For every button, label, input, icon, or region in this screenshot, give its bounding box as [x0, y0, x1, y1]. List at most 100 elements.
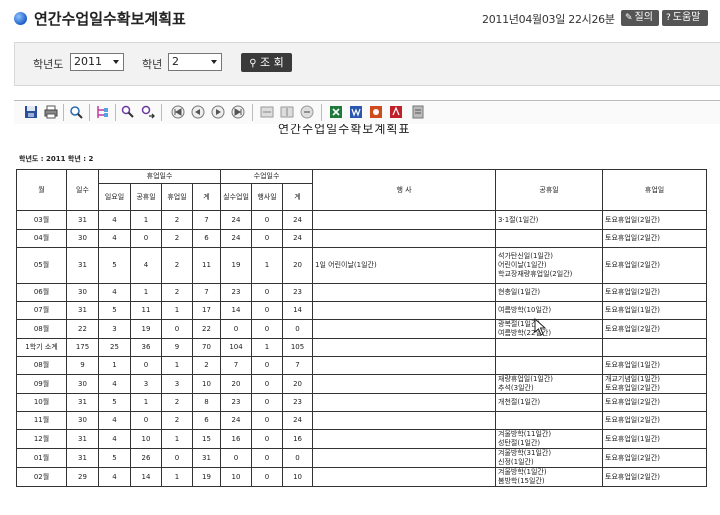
cell-holiday-total: 15: [191, 429, 222, 449]
cell-school-holidays: 토요휴업일(1일간): [602, 429, 708, 449]
cell-school-holiday: 1: [161, 467, 193, 487]
header-school-holiday: 휴업일: [161, 183, 193, 211]
cell-days: 22: [66, 319, 99, 339]
inquiry-button[interactable]: ✎ 질의: [621, 10, 659, 26]
tree-icon[interactable]: [95, 105, 109, 119]
table-row: 1학기 소계 175 25 36 9 70 104 1 105: [16, 338, 708, 357]
cell-school-holidays: 개교기념일(1일간) 토요휴업일(2일간): [602, 374, 708, 394]
list-item: 토요휴업일(2일간): [605, 416, 661, 424]
cell-month: 08월: [16, 356, 67, 375]
cell-public-holidays: [495, 229, 604, 248]
cell-holiday-total: 19: [191, 467, 222, 487]
cell-school-holiday: 2: [161, 229, 193, 248]
table-row: 10월 31 5 1 2 8 23 0 23 개천절(1일간) 토요휴업일(2일간): [16, 393, 708, 412]
cell-class-days: 14: [220, 301, 253, 320]
print-icon[interactable]: [44, 105, 58, 119]
list-item: 석가탄신일(1일간): [498, 252, 554, 260]
help-icon: ?: [666, 13, 671, 23]
table-row: 09월 30 4 3 3 10 20 0 20 재량휴업일(1일간) 추석(3일간) 개교기념일(1일…: [16, 374, 708, 394]
year-label: 학년도: [33, 58, 64, 71]
cell-events: [312, 429, 497, 449]
cell-event-days: 0: [251, 411, 284, 430]
report-viewer-toolbar: [14, 100, 720, 125]
cell-days: 30: [66, 229, 99, 248]
cell-school-holiday: 1: [161, 301, 193, 320]
cell-month: 02월: [16, 467, 67, 487]
cell-month: 1학기 소계: [16, 338, 67, 357]
table-row: 08월 22 3 19 0 22 0 0 0 광복절(1일간) 여름방학(22일간) 토요휴업일(2일…: [16, 319, 708, 339]
fit-width-icon[interactable]: [260, 105, 274, 119]
cell-public-holidays: 3·1절(1일간): [495, 210, 604, 230]
cell-days: 30: [66, 283, 99, 302]
prev-page-icon[interactable]: [191, 105, 205, 119]
cell-class-days: 24: [220, 210, 253, 230]
cell-school-holiday: 1: [161, 356, 193, 375]
cell-event-days: 1: [251, 247, 284, 284]
list-item: 토요휴업일(2일간): [605, 472, 661, 481]
search-panel: 학년도 2011 학년 2 ⚲ 조 회: [14, 42, 720, 86]
grade-select[interactable]: 2: [168, 53, 222, 71]
export-icon[interactable]: [411, 105, 425, 119]
last-page-icon[interactable]: [231, 105, 245, 119]
cell-class-days: 19: [220, 247, 253, 284]
cell-month: 10월: [16, 393, 67, 412]
help-button[interactable]: ? 도움말: [662, 10, 708, 26]
cell-events: [312, 229, 497, 248]
cell-public-holiday: 3: [130, 374, 162, 394]
zoom-out-icon[interactable]: [300, 105, 314, 119]
cell-school-holiday: 2: [161, 393, 193, 412]
find-icon[interactable]: [121, 105, 135, 119]
cell-holiday-total: 6: [191, 411, 222, 430]
cell-class-total: 24: [282, 411, 314, 430]
zoom-icon[interactable]: [69, 105, 83, 119]
year-select[interactable]: 2011: [70, 53, 124, 71]
cell-school-holidays: 토요휴업일(2일간): [602, 229, 708, 248]
cell-school-holidays: 토요휴업일(1일간): [602, 301, 708, 320]
cell-school-holidays: 토요휴업일(1일간): [602, 356, 708, 375]
cell-public-holidays: 현충일(1일간): [495, 283, 604, 302]
cell-school-holiday: 0: [161, 448, 193, 468]
cell-sunday: 4: [98, 429, 131, 449]
header-days: 일수: [66, 169, 99, 211]
fit-page-icon[interactable]: [280, 105, 294, 119]
next-page-icon[interactable]: [211, 105, 225, 119]
cell-class-total: 23: [282, 283, 314, 302]
cell-class-total: 14: [282, 301, 314, 320]
cell-event-days: 0: [251, 301, 284, 320]
list-item: 3·1절(1일간): [498, 215, 539, 224]
cell-event-days: 0: [251, 448, 284, 468]
cell-public-holiday: 10: [130, 429, 162, 449]
cell-school-holidays: 토요휴업일(2일간): [602, 467, 708, 487]
list-item: 현충일(1일간): [498, 288, 541, 296]
query-button[interactable]: ⚲ 조 회: [241, 53, 292, 72]
cell-school-holidays: [602, 338, 708, 357]
cell-school-holiday: 2: [161, 210, 193, 230]
save-icon[interactable]: [24, 105, 38, 119]
word-icon[interactable]: [349, 105, 363, 119]
table-row: 05월 31 5 4 2 11 19 1 20 1일 어린이날(1일간) 석가탄신일(1일간) 어린이…: [16, 247, 708, 284]
excel-icon[interactable]: [329, 105, 343, 119]
cell-school-holiday: 2: [161, 411, 193, 430]
first-page-icon[interactable]: [171, 105, 185, 119]
list-item: 광복절(1일간): [498, 320, 541, 329]
cell-class-days: 10: [220, 467, 253, 487]
find-next-icon[interactable]: [141, 105, 155, 119]
cell-class-total: 10: [282, 467, 314, 487]
cell-public-holidays: 겨울방학(11일간) 성탄절(1일간): [495, 429, 604, 449]
cell-holiday-total: 2: [191, 356, 222, 375]
pdf-icon[interactable]: [389, 105, 403, 119]
table-row: 03월 31 4 1 2 7 24 0 24 3·1절(1일간) 토요휴업일(2일간): [16, 210, 708, 230]
table-row: 04월 30 4 0 2 6 24 0 24 토요휴업일(2일간): [16, 229, 708, 248]
cell-holiday-total: 70: [191, 338, 222, 357]
cell-event-days: 1: [251, 338, 284, 357]
cell-public-holidays: 재량휴업일(1일간) 추석(3일간): [495, 374, 604, 394]
cell-holiday-total: 22: [191, 319, 222, 339]
toolbar-divider: [115, 104, 116, 121]
cell-holiday-total: 7: [191, 283, 222, 302]
cell-event-days: 0: [251, 283, 284, 302]
cell-holiday-total: 6: [191, 229, 222, 248]
toolbar-divider: [161, 104, 162, 121]
hwp-icon[interactable]: [369, 105, 383, 119]
cell-days: 31: [66, 448, 99, 468]
cell-days: 31: [66, 247, 99, 284]
